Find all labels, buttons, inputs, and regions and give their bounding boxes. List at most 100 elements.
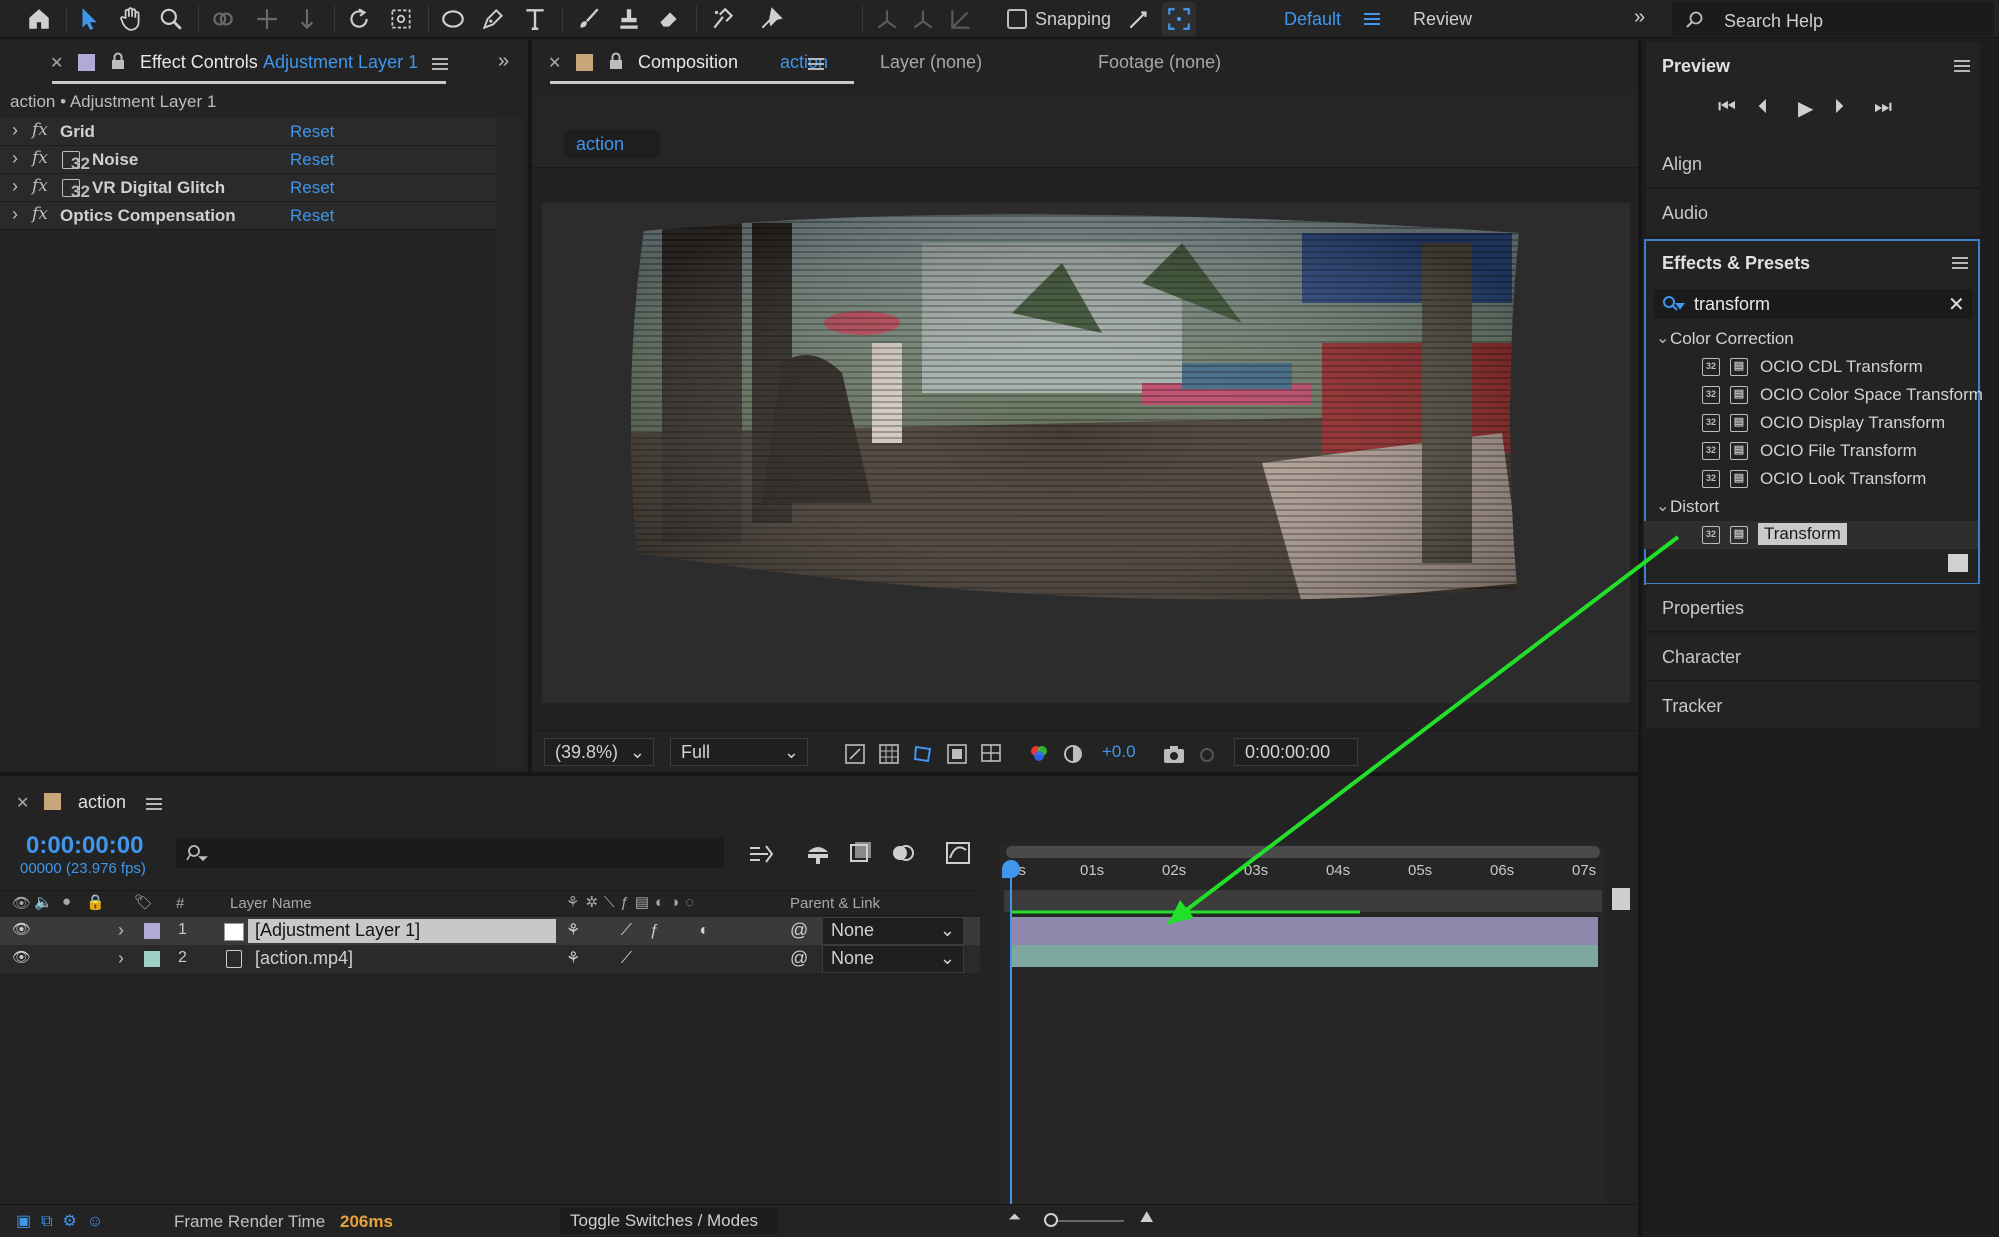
fast-previews-icon[interactable] bbox=[844, 743, 866, 765]
layer-row[interactable]: 👁 › 1 [Adjustment Layer 1] ⚘ ⟋ƒ ◐ @ None… bbox=[0, 917, 980, 945]
panel-menu-icon[interactable] bbox=[432, 58, 448, 70]
fx-icon[interactable]: fx bbox=[32, 148, 48, 168]
panel-menu-icon[interactable] bbox=[808, 58, 824, 70]
timeline-track-area[interactable]: 0s 01s 02s 03s 04s 05s 06s 07s bbox=[1000, 842, 1606, 1226]
reset-link[interactable]: Reset bbox=[290, 206, 334, 226]
effect-item[interactable]: 32 ▤ OCIO Look Transform bbox=[1644, 465, 1978, 493]
align-panel[interactable]: Align bbox=[1646, 140, 1980, 188]
new-bin-icon[interactable] bbox=[1948, 554, 1968, 572]
tracker-panel[interactable]: Tracker bbox=[1646, 682, 1980, 730]
eye-icon[interactable]: 👁 bbox=[12, 920, 31, 938]
fx-icon[interactable]: fx bbox=[32, 120, 48, 140]
audio-panel[interactable]: Audio bbox=[1646, 189, 1980, 237]
zoom-out-icon[interactable]: ⏶ bbox=[1008, 1209, 1021, 1227]
label-header-icon[interactable]: 🏷 bbox=[134, 893, 153, 911]
timeline-tab-name[interactable]: action bbox=[78, 792, 126, 813]
resolution-dropdown[interactable]: Full ⌄ bbox=[670, 738, 808, 766]
expand-chevron-icon[interactable]: › bbox=[12, 148, 18, 169]
panel-overflow-icon[interactable]: » bbox=[498, 50, 509, 73]
layer-name[interactable]: [Adjustment Layer 1] bbox=[255, 920, 420, 941]
composition-flowchart-icon[interactable] bbox=[748, 842, 776, 866]
expand-chevron-icon[interactable]: › bbox=[12, 176, 18, 197]
fx-icon[interactable]: fx bbox=[32, 204, 48, 224]
clone-stamp-tool-icon[interactable] bbox=[612, 2, 646, 36]
audio-header-icon[interactable]: 🔈 bbox=[34, 893, 53, 911]
expand-chevrons-icon[interactable]: » bbox=[1634, 6, 1645, 29]
collapse-chevron-icon[interactable]: ⌄ bbox=[1656, 328, 1669, 348]
layer-name-header[interactable]: Layer Name bbox=[230, 895, 312, 912]
snapping-checkbox[interactable] bbox=[1007, 9, 1027, 29]
expand-chevron-icon[interactable]: › bbox=[12, 204, 18, 225]
switches-header-icons[interactable]: ⚘✲⟍ƒ▤◐◑◌ bbox=[566, 893, 700, 911]
reset-link[interactable]: Reset bbox=[290, 122, 334, 142]
workspace-default[interactable]: Default bbox=[1284, 9, 1341, 30]
fx-icon[interactable]: fx bbox=[32, 176, 48, 196]
shy-layers-icon[interactable] bbox=[804, 840, 832, 866]
expand-chevron-icon[interactable]: › bbox=[118, 920, 124, 941]
zoom-slider-thumb[interactable] bbox=[1044, 1213, 1058, 1227]
character-panel[interactable]: Character bbox=[1646, 633, 1980, 681]
parent-link-header[interactable]: Parent & Link bbox=[790, 895, 880, 912]
effect-controls-tab-label[interactable]: Effect Controls bbox=[140, 52, 258, 73]
time-ruler[interactable]: 0s 01s 02s 03s 04s 05s 06s 07s bbox=[1000, 860, 1606, 888]
next-frame-icon[interactable]: ⏵ bbox=[1834, 96, 1844, 119]
parent-dropdown[interactable]: None ⌄ bbox=[822, 917, 964, 945]
rotation-tool-icon[interactable] bbox=[342, 2, 376, 36]
orbit-camera-icon[interactable] bbox=[206, 2, 240, 36]
lock-icon[interactable] bbox=[110, 51, 126, 71]
panel-divider[interactable] bbox=[1638, 40, 1642, 1237]
motion-blur-icon[interactable] bbox=[890, 840, 916, 866]
panel-menu-icon[interactable] bbox=[1952, 257, 1968, 269]
transparency-grid-icon[interactable] bbox=[878, 743, 900, 765]
frame-blending-icon[interactable] bbox=[848, 840, 874, 866]
effect-row[interactable]: › fx 32 VR Digital Glitch Reset bbox=[0, 174, 496, 202]
zoom-tool-icon[interactable] bbox=[154, 2, 188, 36]
effect-item[interactable]: 32 ▤ OCIO Color Space Transform bbox=[1644, 381, 1983, 409]
comp-marker-bin-icon[interactable] bbox=[1612, 888, 1630, 910]
eye-icon[interactable]: 👁 bbox=[12, 948, 31, 966]
adjustment-layer-bar[interactable] bbox=[1012, 917, 1598, 945]
effect-row[interactable]: › fx Grid Reset bbox=[0, 118, 496, 146]
close-tab-icon[interactable]: ✕ bbox=[548, 53, 561, 73]
parent-dropdown[interactable]: None ⌄ bbox=[822, 945, 964, 973]
effect-controls-tab-layer[interactable]: Adjustment Layer 1 bbox=[263, 52, 418, 73]
show-snapshot-icon[interactable] bbox=[1196, 743, 1218, 765]
composition-tab-label[interactable]: Composition bbox=[638, 52, 738, 73]
footage-tab[interactable]: Footage (none) bbox=[1098, 52, 1221, 73]
search-help-field[interactable]: Search Help bbox=[1672, 2, 1994, 36]
label-color-swatch[interactable] bbox=[144, 951, 160, 967]
layer-name[interactable]: [action.mp4] bbox=[255, 948, 353, 969]
collapse-chevron-icon[interactable]: ⌄ bbox=[1656, 496, 1669, 516]
comp-timecode[interactable]: 0:00:00:00 bbox=[1234, 738, 1358, 766]
effect-row[interactable]: › fx Optics Compensation Reset bbox=[0, 202, 496, 230]
playhead-handle[interactable] bbox=[1002, 860, 1020, 878]
snap-edges-icon[interactable] bbox=[1122, 2, 1156, 36]
first-frame-icon[interactable]: ⏮ bbox=[1718, 96, 1736, 119]
properties-panel[interactable]: Properties bbox=[1646, 584, 1980, 632]
reset-link[interactable]: Reset bbox=[290, 178, 334, 198]
composition-viewer[interactable] bbox=[532, 169, 1638, 729]
timeline-toggle-icons[interactable]: ▣⧉⚙☺ bbox=[16, 1211, 113, 1231]
workspace-review[interactable]: Review bbox=[1413, 9, 1472, 30]
scrollbar[interactable] bbox=[496, 118, 522, 768]
pen-tool-icon[interactable] bbox=[476, 2, 510, 36]
exposure-value[interactable]: +0.0 bbox=[1102, 742, 1136, 762]
hand-tool-icon[interactable] bbox=[114, 2, 148, 36]
layer-switches[interactable]: ⚘ ⟋ bbox=[566, 948, 650, 968]
footage-layer-bar[interactable] bbox=[1012, 945, 1598, 967]
toggle-switches-modes-button[interactable]: Toggle Switches / Modes bbox=[560, 1208, 778, 1234]
eraser-tool-icon[interactable] bbox=[652, 2, 686, 36]
reset-link[interactable]: Reset bbox=[290, 150, 334, 170]
dolly-camera-icon[interactable] bbox=[290, 2, 324, 36]
expand-chevron-icon[interactable]: › bbox=[118, 948, 124, 969]
layer-switches[interactable]: ⚘ ⟋ƒ ◐ bbox=[566, 920, 727, 940]
panel-divider[interactable] bbox=[528, 40, 532, 772]
close-tab-icon[interactable]: ✕ bbox=[16, 793, 29, 813]
comp-breadcrumb-chip[interactable]: action bbox=[564, 130, 660, 158]
prev-frame-icon[interactable]: ⏴ bbox=[1758, 96, 1768, 119]
effect-row[interactable]: › fx 32 Noise Reset bbox=[0, 146, 496, 174]
panel-menu-icon[interactable] bbox=[1954, 60, 1970, 72]
category-color-correction[interactable]: ⌄ Color Correction bbox=[1644, 325, 1978, 353]
snapshot-camera-icon[interactable] bbox=[1162, 743, 1186, 765]
pick-whip-icon[interactable]: @ bbox=[790, 948, 808, 969]
